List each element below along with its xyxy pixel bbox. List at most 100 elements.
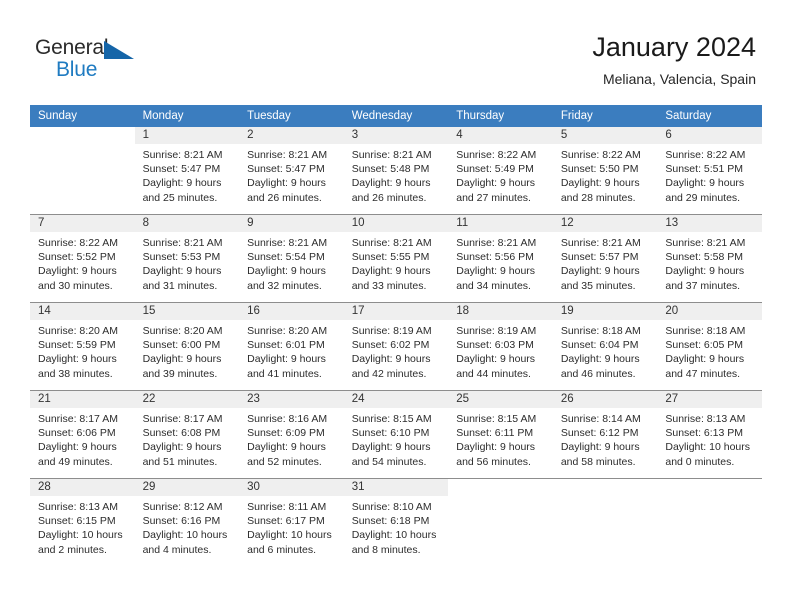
day-cell: Sunrise: 8:18 AM Sunset: 6:05 PM Dayligh… — [657, 320, 762, 390]
day-number[interactable]: 10 — [343, 215, 449, 232]
day-number[interactable]: 13 — [657, 215, 762, 232]
sunrise-text: Sunrise: 8:21 AM — [247, 237, 328, 249]
day-cell: Sunrise: 8:21 AM Sunset: 5:56 PM Dayligh… — [448, 232, 553, 302]
day-cell: Sunrise: 8:19 AM Sunset: 6:02 PM Dayligh… — [343, 320, 449, 390]
day-number[interactable]: 30 — [239, 479, 344, 496]
day-number[interactable] — [552, 479, 658, 496]
day-number[interactable] — [448, 479, 553, 496]
daylight-text-line1: Daylight: 9 hours — [142, 353, 222, 366]
sunset-text: Sunset: 6:09 PM — [247, 427, 325, 440]
day-cell: Sunrise: 8:16 AM Sunset: 6:09 PM Dayligh… — [239, 408, 344, 478]
calendar-header-row: Sunday Monday Tuesday Wednesday Thursday… — [30, 105, 762, 127]
day-number[interactable]: 11 — [448, 215, 553, 232]
day-cell: Sunrise: 8:21 AM Sunset: 5:47 PM Dayligh… — [134, 144, 240, 214]
day-cell: Sunrise: 8:14 AM Sunset: 6:12 PM Dayligh… — [552, 408, 658, 478]
daylight-text-line1: Daylight: 9 hours — [456, 353, 536, 366]
day-number[interactable]: 1 — [134, 127, 240, 144]
day-number[interactable]: 6 — [657, 127, 762, 144]
weekday-header-wednesday: Wednesday — [343, 105, 449, 127]
day-cell: Sunrise: 8:20 AM Sunset: 5:59 PM Dayligh… — [30, 320, 135, 390]
day-number[interactable]: 3 — [343, 127, 449, 144]
sunrise-text: Sunrise: 8:20 AM — [38, 325, 118, 337]
day-number[interactable]: 28 — [30, 479, 135, 496]
daylight-text-line2: and 29 minutes. — [665, 191, 741, 204]
day-number[interactable]: 9 — [239, 215, 344, 232]
daylight-text-line2: and 0 minutes. — [665, 455, 735, 468]
daylight-text-line2: and 31 minutes. — [142, 279, 218, 292]
sunset-text: Sunset: 6:06 PM — [38, 427, 116, 440]
day-cell: Sunrise: 8:13 AM Sunset: 6:13 PM Dayligh… — [657, 408, 762, 478]
day-number[interactable]: 24 — [343, 391, 449, 408]
sunrise-text: Sunrise: 8:10 AM — [351, 501, 432, 513]
day-number[interactable]: 21 — [30, 391, 135, 408]
sunrise-text: Sunrise: 8:21 AM — [351, 237, 432, 249]
sunrise-text: Sunrise: 8:21 AM — [560, 237, 641, 249]
sunset-text: Sunset: 5:52 PM — [38, 251, 116, 264]
day-number[interactable]: 5 — [552, 127, 658, 144]
day-number[interactable]: 22 — [134, 391, 240, 408]
day-number[interactable]: 8 — [134, 215, 240, 232]
day-number[interactable]: 18 — [448, 303, 553, 320]
day-number[interactable]: 29 — [134, 479, 240, 496]
daylight-text-line2: and 52 minutes. — [247, 455, 322, 468]
day-number[interactable] — [30, 127, 135, 144]
day-number[interactable]: 26 — [552, 391, 658, 408]
sunrise-text: Sunrise: 8:15 AM — [351, 413, 432, 425]
day-cell — [657, 496, 762, 566]
day-cell: Sunrise: 8:21 AM Sunset: 5:48 PM Dayligh… — [343, 144, 449, 214]
daylight-text-line1: Daylight: 9 hours — [351, 177, 431, 190]
daylight-text-line1: Daylight: 9 hours — [456, 177, 536, 190]
day-number[interactable]: 23 — [239, 391, 344, 408]
sunrise-text: Sunrise: 8:21 AM — [142, 149, 223, 161]
daylight-text-line1: Daylight: 9 hours — [560, 353, 640, 366]
day-number[interactable]: 7 — [30, 215, 135, 232]
sunrise-text: Sunrise: 8:15 AM — [456, 413, 537, 425]
sunset-text: Sunset: 6:13 PM — [665, 427, 744, 440]
title-block: January 2024 Meliana, Valencia, Spain — [592, 30, 756, 88]
sunrise-text: Sunrise: 8:11 AM — [247, 501, 327, 513]
day-number[interactable]: 17 — [343, 303, 449, 320]
day-number[interactable]: 4 — [448, 127, 553, 144]
logo-text-blue: Blue — [56, 58, 98, 81]
sunrise-text: Sunrise: 8:21 AM — [142, 237, 223, 249]
day-number[interactable]: 15 — [134, 303, 240, 320]
day-cell: Sunrise: 8:21 AM Sunset: 5:54 PM Dayligh… — [239, 232, 344, 302]
day-number[interactable]: 25 — [448, 391, 553, 408]
sunset-text: Sunset: 6:05 PM — [665, 339, 744, 352]
day-number[interactable]: 27 — [657, 391, 762, 408]
day-number[interactable]: 20 — [657, 303, 762, 320]
general-blue-logo[interactable]: General Blue — [35, 36, 155, 88]
day-number[interactable]: 31 — [343, 479, 449, 496]
sunset-text: Sunset: 5:47 PM — [142, 163, 221, 176]
sunset-text: Sunset: 5:50 PM — [560, 163, 639, 176]
daylight-text-line2: and 28 minutes. — [560, 191, 636, 204]
sunset-text: Sunset: 5:58 PM — [665, 251, 744, 264]
daylight-text-line1: Daylight: 10 hours — [665, 441, 751, 454]
daylight-text-line1: Daylight: 9 hours — [38, 265, 117, 278]
sunset-text: Sunset: 6:00 PM — [142, 339, 221, 352]
daylight-text-line2: and 30 minutes. — [38, 279, 113, 292]
daylight-text-line2: and 49 minutes. — [38, 455, 113, 468]
daylight-text-line2: and 34 minutes. — [456, 279, 531, 292]
daylight-text-line1: Daylight: 9 hours — [38, 441, 117, 454]
day-number[interactable]: 14 — [30, 303, 135, 320]
weekday-header-thursday: Thursday — [448, 105, 553, 127]
sunrise-text: Sunrise: 8:14 AM — [560, 413, 641, 425]
day-number[interactable]: 12 — [552, 215, 658, 232]
sunset-text: Sunset: 6:03 PM — [456, 339, 534, 352]
day-number[interactable] — [657, 479, 762, 496]
sunset-text: Sunset: 6:15 PM — [38, 515, 116, 528]
daylight-text-line2: and 58 minutes. — [560, 455, 636, 468]
sunrise-text: Sunrise: 8:19 AM — [456, 325, 537, 337]
day-number[interactable]: 2 — [239, 127, 344, 144]
daylight-text-line2: and 56 minutes. — [456, 455, 531, 468]
day-number[interactable]: 16 — [239, 303, 344, 320]
daylight-text-line2: and 8 minutes. — [351, 543, 421, 556]
sunset-text: Sunset: 5:55 PM — [351, 251, 430, 264]
weekday-header-friday: Friday — [552, 105, 658, 127]
daylight-text-line1: Daylight: 9 hours — [665, 353, 745, 366]
sunrise-text: Sunrise: 8:22 AM — [665, 149, 746, 161]
day-cell: Sunrise: 8:12 AM Sunset: 6:16 PM Dayligh… — [134, 496, 240, 566]
day-number[interactable]: 19 — [552, 303, 658, 320]
sunset-text: Sunset: 6:01 PM — [247, 339, 325, 352]
